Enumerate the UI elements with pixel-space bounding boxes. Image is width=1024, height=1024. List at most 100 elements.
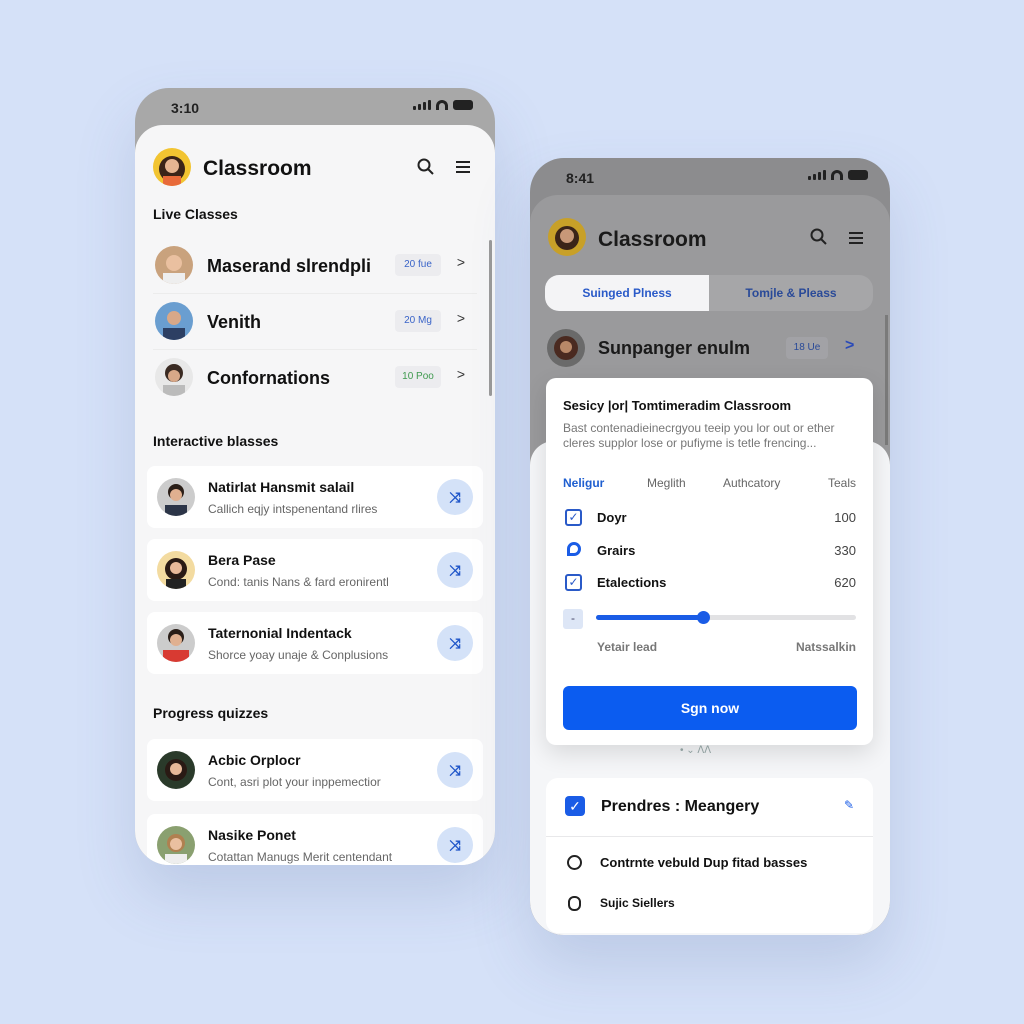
edit-icon[interactable]: ✎ xyxy=(844,798,854,812)
checkbox-icon[interactable]: ✓ xyxy=(565,574,582,591)
checkbox-icon[interactable]: ✓ xyxy=(565,509,582,526)
interactive-class-card[interactable]: Natirlat Hansmit salail Callich eqjy int… xyxy=(147,466,483,528)
progress-quizzes-heading: Progress quizzes xyxy=(153,705,269,721)
signal-icon xyxy=(413,100,431,110)
wifi-icon xyxy=(436,100,448,110)
card-title: Nasike Ponet xyxy=(208,827,296,843)
minus-button[interactable]: - xyxy=(563,609,583,629)
live-class-item[interactable]: Confornations 10 Poo > xyxy=(153,352,477,406)
sheet-item[interactable]: Sujic Siellers xyxy=(600,896,675,910)
chevron-right-icon[interactable]: > xyxy=(457,366,465,382)
avatar xyxy=(155,302,193,340)
menu-icon[interactable] xyxy=(456,160,470,173)
segmented-tabs: Suinged Plness Tomjle & Pleass xyxy=(545,275,873,311)
row-value: 620 xyxy=(834,575,856,590)
sheet-header: Prendres : Meangery xyxy=(601,798,760,815)
card-subtitle: Cotattan Manugs Merit centendant xyxy=(208,850,393,864)
tab-tomjle-pleass[interactable]: Tomjle & Pleass xyxy=(709,275,873,311)
sign-now-button[interactable]: Sgn now xyxy=(563,686,857,730)
avatar xyxy=(157,478,195,516)
tab-neligur[interactable]: Neligur xyxy=(563,476,604,490)
slider-min-label: Yetair lead xyxy=(597,640,658,654)
modal-description: Bast contenadieinecrgyou teeip you lor o… xyxy=(563,421,835,450)
quiz-card[interactable]: Nasike Ponet Cotattan Manugs Merit cente… xyxy=(147,814,483,865)
sheet-card: ✓ Prendres : Meangery ✎ Contrnte vebuld … xyxy=(546,778,873,933)
slider-thumb[interactable] xyxy=(696,611,710,624)
card-subtitle: Cond: tanis Nans & fard eronirentl xyxy=(208,575,389,589)
signal-icon xyxy=(808,170,826,180)
shuffle-icon[interactable]: ⤨ xyxy=(437,552,473,588)
card-subtitle: Cont, asri plot your inppemectior xyxy=(208,775,381,789)
left-phone: 3:10 Classroom Live Classes Maserand slr… xyxy=(135,88,495,865)
tab-teals[interactable]: Teals xyxy=(828,476,856,490)
divider xyxy=(546,836,873,837)
class-name: Confornations xyxy=(207,368,330,388)
live-classes-heading: Live Classes xyxy=(153,206,238,222)
shuffle-icon[interactable]: ⤨ xyxy=(437,827,473,863)
row-value: 330 xyxy=(834,543,856,558)
row-value: 100 xyxy=(834,510,856,525)
status-time: 3:10 xyxy=(171,100,200,116)
app-title: Classroom xyxy=(598,228,707,251)
tab-meglith[interactable]: Meglith xyxy=(647,476,686,490)
status-badge: 20 Mg xyxy=(395,310,441,332)
shuffle-icon[interactable]: ⤨ xyxy=(437,479,473,515)
avatar xyxy=(547,329,585,367)
interactive-class-card[interactable]: Bera Pase Cond: tanis Nans & fard eronir… xyxy=(147,539,483,601)
row-label: Grairs xyxy=(597,543,636,558)
card-subtitle: Shorce yoay unaje & Conplusions xyxy=(208,648,389,662)
chevron-right-icon[interactable]: > xyxy=(457,310,465,326)
status-badge: 10 Poo xyxy=(395,366,441,388)
scrollbar[interactable] xyxy=(489,240,492,396)
column-headers: Neligur Meglith Authcatory Teals xyxy=(563,476,856,492)
search-icon[interactable] xyxy=(810,228,827,250)
status-badge: 18 Ue xyxy=(786,337,828,359)
avatar xyxy=(157,551,195,589)
chevron-right-icon[interactable]: > xyxy=(457,254,465,270)
menu-icon[interactable] xyxy=(849,231,863,249)
live-item-name: Sunpanger enulm xyxy=(598,338,751,358)
scrollbar[interactable] xyxy=(885,315,888,445)
avatar xyxy=(157,826,195,864)
right-phone: 8:41 Classroom Suinged Plness Tomjle & P… xyxy=(530,158,890,935)
chat-bubble-icon[interactable] xyxy=(567,542,581,556)
checked-icon[interactable]: ✓ xyxy=(565,796,585,816)
modal-dialog: Sesicy |or| Tomtimeradim Classroom Bast … xyxy=(546,378,873,745)
battery-icon xyxy=(848,170,868,180)
live-class-item[interactable]: Venith 20 Mg > xyxy=(153,296,477,350)
profile-avatar[interactable] xyxy=(548,218,586,256)
row-label: Etalections xyxy=(597,575,667,590)
card-title: Bera Pase xyxy=(208,552,276,568)
class-name: Venith xyxy=(207,312,262,332)
avatar xyxy=(157,751,195,789)
shuffle-icon[interactable]: ⤨ xyxy=(437,752,473,788)
screen: Classroom Live Classes Maserand slrendpl… xyxy=(135,125,495,865)
slider-max-label: Natssalkin xyxy=(795,640,856,654)
modal-title: Sesicy |or| Tomtimeradim Classroom xyxy=(563,398,792,413)
wifi-icon xyxy=(831,170,843,180)
clock-icon xyxy=(567,855,582,870)
card-title: Taternonial Indentack xyxy=(208,625,352,641)
status-badge: 20 fue xyxy=(395,254,441,276)
card-title: Natirlat Hansmit salail xyxy=(208,479,355,495)
interactive-class-card[interactable]: Taternonial Indentack Shorce yoay unaje … xyxy=(147,612,483,674)
card-title: Acbic Orplocr xyxy=(208,752,301,768)
slider-track[interactable] xyxy=(596,611,856,624)
page-dots: • ⌄ ᐱᐱ xyxy=(680,745,712,756)
status-time: 8:41 xyxy=(566,170,595,186)
row-label: Doyr xyxy=(597,510,627,525)
chevron-right-icon[interactable]: > xyxy=(845,337,854,355)
battery-icon xyxy=(453,100,473,110)
avatar xyxy=(155,358,193,396)
search-icon[interactable] xyxy=(417,158,434,175)
quiz-card[interactable]: Acbic Orplocr Cont, asri plot your inppe… xyxy=(147,739,483,801)
sheet-item[interactable]: Contrnte vebuld Dup fitad basses xyxy=(600,855,807,870)
profile-avatar[interactable] xyxy=(153,148,191,186)
live-class-item[interactable]: Maserand slrendpli 20 fue > xyxy=(153,240,477,294)
class-name: Maserand slrendpli xyxy=(207,256,372,276)
tab-suinged-plness[interactable]: Suinged Plness xyxy=(545,275,709,311)
avatar xyxy=(157,624,195,662)
shuffle-icon[interactable]: ⤨ xyxy=(437,625,473,661)
tab-authcatory[interactable]: Authcatory xyxy=(723,476,780,490)
app-title: Classroom xyxy=(203,157,312,180)
